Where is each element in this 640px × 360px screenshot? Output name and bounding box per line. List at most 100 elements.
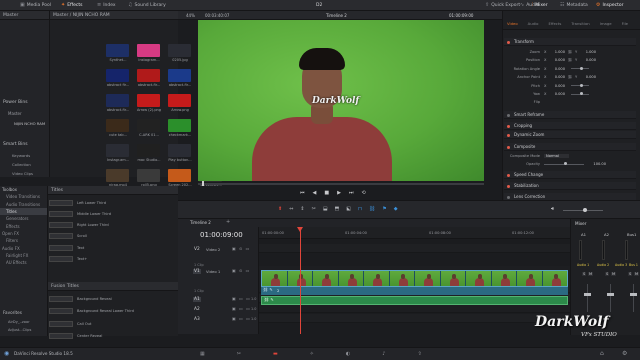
y-value[interactable]: 1.000 — [580, 50, 596, 54]
title-effect-item[interactable]: Middle Lower Third — [49, 210, 177, 217]
media-thumbnail[interactable] — [168, 119, 191, 132]
track-name[interactable]: Video 1 — [206, 269, 220, 274]
playhead[interactable] — [300, 227, 301, 334]
inspector-section[interactable]: Dynamic Zoom — [504, 131, 636, 139]
insert-clip-icon[interactable]: ⬓ — [323, 206, 328, 212]
dynamic-trim-icon[interactable]: ⇕ — [300, 206, 304, 212]
zoom-slider-handle[interactable] — [583, 208, 587, 212]
toolbox-item[interactable]: Video Transitions — [0, 193, 47, 200]
title-effect-item[interactable]: Scroll — [49, 233, 177, 240]
solo-button[interactable]: S — [628, 272, 633, 276]
favorite-item[interactable]: AirDy_..zoor — [8, 320, 30, 324]
media-thumbnail[interactable] — [106, 144, 129, 157]
track-lane[interactable] — [259, 244, 570, 253]
timeline-timecode[interactable]: 01:00:09:00 — [200, 231, 243, 239]
x-value[interactable]: 0.000 — [549, 92, 565, 96]
media-thumbnail[interactable] — [137, 44, 160, 57]
mixer-route-button[interactable]: Audio 1 — [577, 263, 589, 267]
section-toggle-icon[interactable] — [507, 195, 510, 199]
media-thumbnail[interactable] — [137, 94, 160, 107]
snapping-icon[interactable]: ⊓ — [358, 206, 362, 212]
mixer-fader[interactable] — [610, 284, 611, 312]
smart-bin-collection[interactable]: Collection — [12, 162, 31, 167]
skip-start-icon[interactable]: ⏮ — [300, 190, 305, 196]
title-effect-item[interactable]: Text+ — [49, 256, 177, 263]
section-toggle-icon[interactable] — [507, 113, 510, 117]
overwrite-clip-icon[interactable]: ⬒ — [335, 206, 340, 212]
toolbox-item[interactable]: Audio Transitions — [0, 201, 47, 208]
x-value[interactable]: 0.000 — [549, 67, 565, 71]
media-thumbnail[interactable] — [168, 169, 191, 182]
section-toggle-icon[interactable] — [507, 124, 510, 128]
mute-button[interactable]: M — [634, 272, 640, 276]
value-slider[interactable] — [571, 92, 589, 95]
effects-tab[interactable]: ✦ Effects — [57, 0, 87, 11]
fusion-title-item[interactable]: Call Out — [49, 320, 177, 327]
mixer-route-button[interactable]: Audio 3 — [615, 263, 627, 267]
power-bins-master[interactable]: Master — [8, 111, 22, 116]
toolbox-item[interactable]: AU Effects — [0, 259, 47, 266]
scrubber-handle[interactable] — [202, 181, 204, 186]
smart-bin-video-clips[interactable]: Video Clips — [12, 171, 33, 176]
track-id[interactable]: V1 — [193, 269, 201, 274]
inspector-tab-audio[interactable]: Audio — [528, 21, 539, 26]
toolbox-item[interactable]: Filters — [0, 237, 47, 244]
fusion-title-item[interactable]: Background Reveal — [49, 295, 177, 302]
master-bin-label[interactable]: Master — [0, 11, 49, 20]
toolbox-item[interactable]: Generators — [0, 215, 47, 222]
media-thumbnail[interactable] — [168, 144, 191, 157]
media-thumbnail[interactable] — [106, 94, 129, 107]
edit-page-icon[interactable]: ▬ — [273, 351, 278, 357]
section-toggle-icon[interactable] — [507, 133, 510, 137]
x-value[interactable]: 0.000 — [549, 75, 565, 79]
inspector-section[interactable]: Speed Change — [504, 171, 636, 179]
media-thumbnail[interactable] — [168, 94, 191, 107]
play-icon[interactable]: ▶ — [337, 190, 341, 196]
cut-page-icon[interactable]: ✂ — [237, 351, 241, 357]
media-thumbnail[interactable] — [168, 69, 191, 82]
video-viewer[interactable]: DarkWolf — [198, 20, 484, 181]
loop-icon[interactable]: ⟲ — [361, 190, 365, 196]
composite-mode-select[interactable]: Normal — [544, 154, 570, 158]
section-toggle-icon[interactable] — [507, 145, 510, 149]
opacity-value[interactable]: 100.00 — [584, 162, 606, 166]
mixer-fader[interactable] — [587, 284, 588, 312]
media-thumbnail[interactable] — [137, 169, 160, 182]
toolbox-item[interactable]: Audio FX — [0, 244, 47, 251]
blade-tool-icon[interactable]: ✂ — [312, 206, 316, 212]
inspector-tab-video[interactable]: Video — [507, 21, 518, 26]
replace-clip-icon[interactable]: ⬕ — [346, 206, 351, 212]
toolbox-item[interactable]: Effects — [0, 222, 47, 229]
link-icon[interactable]: ⛓ — [369, 206, 375, 212]
track-name[interactable]: Video 2 — [206, 247, 220, 252]
mixer-tab[interactable]: ⫶ Mixer — [528, 0, 552, 11]
marker-icon[interactable]: ◆ — [394, 206, 398, 212]
media-thumbnail[interactable] — [137, 144, 160, 157]
mixer-fader[interactable] — [633, 284, 634, 312]
value-slider[interactable] — [571, 66, 589, 70]
inspector-section[interactable]: Smart Reframe — [504, 111, 636, 119]
reverse-icon[interactable]: ◀ — [313, 190, 317, 196]
volume-icon[interactable]: 🔊︎ — [551, 206, 554, 212]
trim-tool-icon[interactable]: ⇔ — [289, 206, 293, 212]
skip-end-icon[interactable]: ⏭ — [349, 190, 354, 196]
y-value[interactable]: 0.000 — [580, 75, 596, 79]
toolbox-item[interactable]: Toolbox — [0, 186, 47, 193]
metadata-tab[interactable]: ☷ Metadata — [556, 0, 592, 11]
smart-bin-keywords[interactable]: Keywords — [12, 153, 30, 158]
add-timeline-icon[interactable]: + — [226, 219, 230, 225]
select-tool-icon[interactable]: ⬆ — [278, 206, 282, 212]
fusion-title-item[interactable]: Background Reveal Lower Third — [49, 308, 177, 315]
toolbox-item[interactable]: Fairlight FX — [0, 252, 47, 259]
inspector-tab[interactable]: ⚙ Inspector — [592, 0, 627, 11]
mixer-fader-handle[interactable] — [630, 293, 637, 296]
inspector-section[interactable]: Stabilization — [504, 182, 636, 190]
section-toggle-icon[interactable] — [507, 173, 510, 177]
link-icon[interactable]: ⛓ — [565, 75, 575, 79]
track-id[interactable]: V2 — [193, 247, 201, 252]
x-value[interactable]: 0.000 — [549, 58, 565, 62]
track-lane[interactable] — [259, 314, 570, 323]
fairlight-page-icon[interactable]: ♪ — [382, 351, 385, 357]
title-effect-item[interactable]: Left Lower Third — [49, 199, 177, 206]
inspector-section[interactable]: Cropping — [504, 122, 636, 130]
